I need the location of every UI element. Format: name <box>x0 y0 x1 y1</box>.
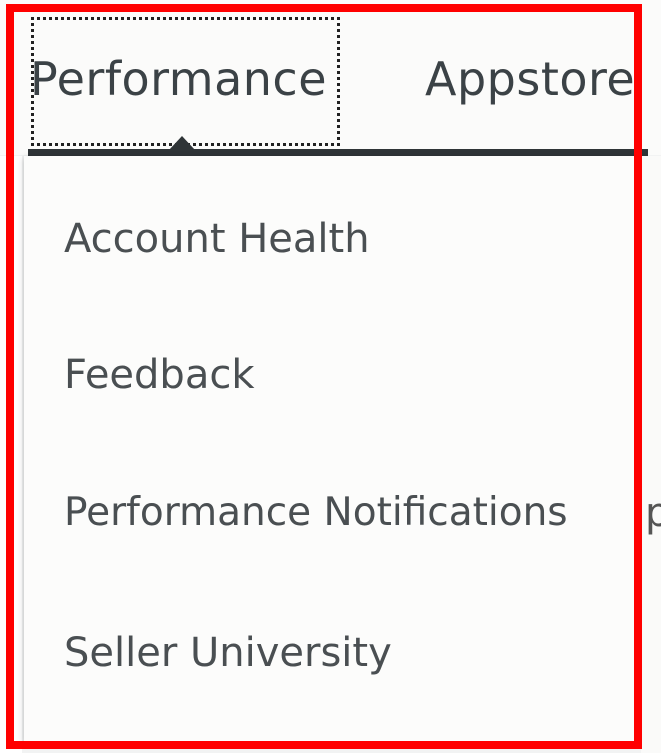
menu-item-feedback[interactable]: Feedback <box>64 352 255 398</box>
tab-appstore[interactable]: Appstore <box>425 52 635 106</box>
top-nav-bar: Performance Appstore <box>0 0 661 156</box>
menu-item-account-health[interactable]: Account Health <box>64 216 370 262</box>
menu-item-performance-notifications[interactable]: Performance Notifications <box>64 490 568 535</box>
caret-up-icon <box>169 136 195 150</box>
right-background <box>641 156 661 753</box>
clipped-background-text: pi <box>645 490 661 536</box>
menu-item-seller-university[interactable]: Seller University <box>64 630 392 676</box>
nav-underline <box>28 149 648 156</box>
tab-performance[interactable]: Performance <box>30 52 327 106</box>
left-gutter <box>0 156 22 753</box>
app-screen: Performance Appstore pi Account Health F… <box>0 0 661 753</box>
performance-dropdown-menu: Account Health Feedback Performance Noti… <box>24 156 636 741</box>
